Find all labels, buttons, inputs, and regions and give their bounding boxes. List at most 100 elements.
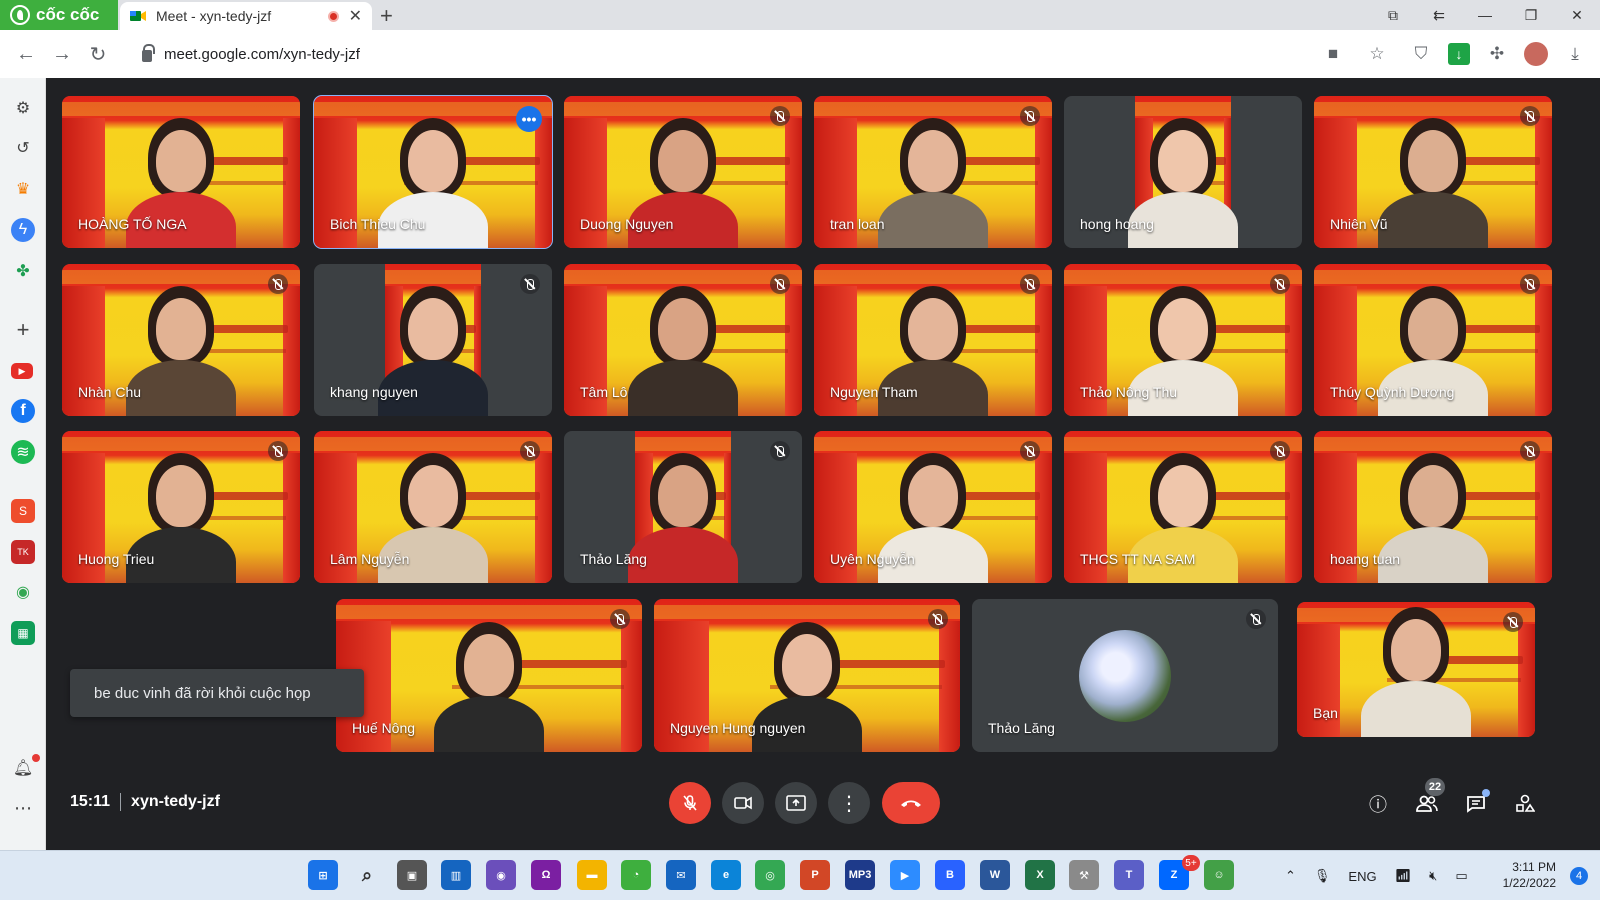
crown-icon[interactable]: ♛	[11, 177, 35, 201]
sheets-icon[interactable]: ▦	[11, 621, 35, 645]
tool-icon[interactable]: ⚒	[1069, 860, 1099, 890]
participant-tile[interactable]: Thảo Nông Thu	[1064, 264, 1302, 416]
close-tab-icon[interactable]: ✕	[349, 6, 362, 26]
present-screen-button[interactable]	[775, 782, 817, 824]
notification-badge[interactable]: 4	[1570, 867, 1588, 885]
game-icon[interactable]: ✤	[11, 259, 35, 283]
mp3cut-icon[interactable]: MP3	[845, 860, 875, 890]
b-app-icon[interactable]: B	[935, 860, 965, 890]
participant-tile[interactable]: Bạn	[1297, 602, 1535, 737]
language-indicator[interactable]: ENG	[1348, 869, 1376, 884]
map-icon[interactable]: ◉	[11, 580, 35, 604]
chevron-up-icon[interactable]: ⌃	[1285, 868, 1296, 884]
camera-icon[interactable]: ■	[1316, 36, 1350, 72]
participant-tile[interactable]: khang nguyen	[314, 264, 552, 416]
activities-icon[interactable]	[1505, 784, 1545, 824]
shield-icon[interactable]: ⛉	[1404, 36, 1438, 72]
youtube-icon[interactable]: ▶	[11, 363, 33, 379]
shopee-icon[interactable]: S	[11, 499, 35, 523]
spotify-icon[interactable]: ≋	[11, 440, 35, 464]
download-tray-icon[interactable]: ⤓	[1558, 36, 1592, 72]
browser-brand: cốc cốc	[36, 5, 100, 24]
participant-tile[interactable]: Lâm Nguyễn	[314, 431, 552, 583]
minimize-button[interactable]: —	[1462, 0, 1508, 30]
avatar[interactable]	[1524, 42, 1548, 66]
participant-tile[interactable]: Thảo Lăng	[564, 431, 802, 583]
history-icon[interactable]: ↺	[11, 136, 35, 160]
word-icon[interactable]: W	[980, 860, 1010, 890]
people-icon[interactable]: ☺	[1204, 860, 1234, 890]
facebook-icon[interactable]: f	[11, 399, 35, 423]
leave-call-button[interactable]	[882, 782, 940, 824]
chat-icon[interactable]	[1456, 784, 1496, 824]
teams-icon[interactable]: T	[1114, 860, 1144, 890]
settings-icon[interactable]: ⚙	[11, 96, 35, 120]
widgets-icon[interactable]: ▥	[441, 860, 471, 890]
extensions-icon[interactable]: ✣	[1480, 36, 1514, 72]
participant-tile[interactable]: ••• Bich Thieu Chu	[313, 95, 553, 249]
participant-tile[interactable]: tran loan	[814, 96, 1052, 248]
messenger-icon[interactable]: ϟ	[11, 218, 35, 242]
add-icon[interactable]: +	[11, 317, 35, 342]
search-icon[interactable]: ⌕	[352, 860, 382, 890]
meet-control-bar: 15:11 xyn-tedy-jzf ⋮ ⓘ 22	[46, 766, 1600, 850]
edge-icon[interactable]: e	[711, 860, 741, 890]
participant-tile[interactable]: Thúy Quỳnh Dương	[1314, 264, 1552, 416]
forward-icon[interactable]: →	[44, 36, 80, 72]
battery-icon[interactable]: ▭	[1455, 868, 1467, 884]
participant-tile[interactable]: Huong Trieu	[62, 431, 300, 583]
taskbar-clock[interactable]: 3:11 PM 1/22/2022	[1503, 859, 1556, 891]
participant-tile[interactable]: Uyên Nguyễn	[814, 431, 1052, 583]
meeting-details-icon[interactable]: ⓘ	[1358, 784, 1398, 824]
star-icon[interactable]: ☆	[1360, 36, 1394, 72]
camera-button[interactable]	[722, 782, 764, 824]
participant-name: Thúy Quỳnh Dương	[1330, 384, 1455, 400]
back-icon[interactable]: ←	[8, 36, 44, 72]
participant-tile[interactable]: Nhàn Chu	[62, 264, 300, 416]
tab-meet[interactable]: Meet - xyn-tedy-jzf ✕	[120, 2, 372, 30]
mic-off-button[interactable]	[669, 782, 711, 824]
headphones-icon[interactable]: Ω	[531, 860, 561, 890]
participant-tile[interactable]: Nguyen Tham	[814, 264, 1052, 416]
mail-icon[interactable]: ✉	[666, 860, 696, 890]
coccoc-icon[interactable]: ◔	[621, 860, 651, 890]
participant-tile[interactable]: HOÀNG TỐ NGA	[62, 96, 300, 248]
chrome-icon[interactable]: ◎	[755, 860, 785, 890]
more-options-button[interactable]: ⋮	[828, 782, 870, 824]
excel-icon[interactable]: X	[1025, 860, 1055, 890]
meet-favicon-icon	[130, 9, 146, 23]
participant-tile[interactable]: THCS TT NA SAM	[1064, 431, 1302, 583]
participant-tile[interactable]: Nguyen Hung nguyen	[654, 599, 960, 752]
maximize-button[interactable]: ❐	[1508, 0, 1554, 30]
teams-chat-icon[interactable]: ◉	[486, 860, 516, 890]
participant-name: tran loan	[830, 216, 885, 232]
wifi-icon[interactable]: 📶︎	[1395, 868, 1412, 884]
participant-name: Duong Nguyen	[580, 216, 674, 232]
more-icon[interactable]: ⋯	[11, 796, 35, 820]
participant-tile[interactable]: Huế Nông	[336, 599, 642, 752]
new-tab-button[interactable]: +	[380, 3, 393, 29]
coccoc-logo[interactable]: cốc cốc	[0, 0, 118, 30]
participant-tile[interactable]: hong hoang	[1064, 96, 1302, 248]
reload-icon[interactable]: ↻	[80, 36, 116, 72]
participant-tile[interactable]: Thảo Lăng	[972, 599, 1278, 752]
task-view-icon[interactable]: ▣	[397, 860, 427, 890]
people-icon[interactable]: 22	[1407, 778, 1447, 824]
participant-tile[interactable]: hoang tuan	[1314, 431, 1552, 583]
powerpoint-icon[interactable]: P	[800, 860, 830, 890]
zoom-icon[interactable]: ▶	[890, 860, 920, 890]
download-icon[interactable]: ↓	[1448, 43, 1470, 65]
microphone-icon[interactable]: 🎙︎	[1314, 868, 1331, 884]
participant-tile[interactable]: Tâm Lô	[564, 264, 802, 416]
tab-search-icon[interactable]: ⧉	[1370, 0, 1416, 30]
address-bar[interactable]: meet.google.com/xyn-tedy-jzf	[130, 36, 1315, 72]
explorer-icon[interactable]: ▬	[577, 860, 607, 890]
participant-tile[interactable]: Nhiên Vũ	[1314, 96, 1552, 248]
more-options-icon[interactable]: •••	[516, 106, 542, 132]
close-window-button[interactable]: ✕	[1554, 0, 1600, 30]
start-icon[interactable]: ⊞	[308, 860, 338, 890]
volume-mute-icon[interactable]: 🔇︎	[1429, 868, 1437, 884]
participant-tile[interactable]: Duong Nguyen	[564, 96, 802, 248]
tiki-icon[interactable]: TK	[11, 540, 35, 564]
back-tab-icon[interactable]: ⇇	[1416, 0, 1462, 30]
